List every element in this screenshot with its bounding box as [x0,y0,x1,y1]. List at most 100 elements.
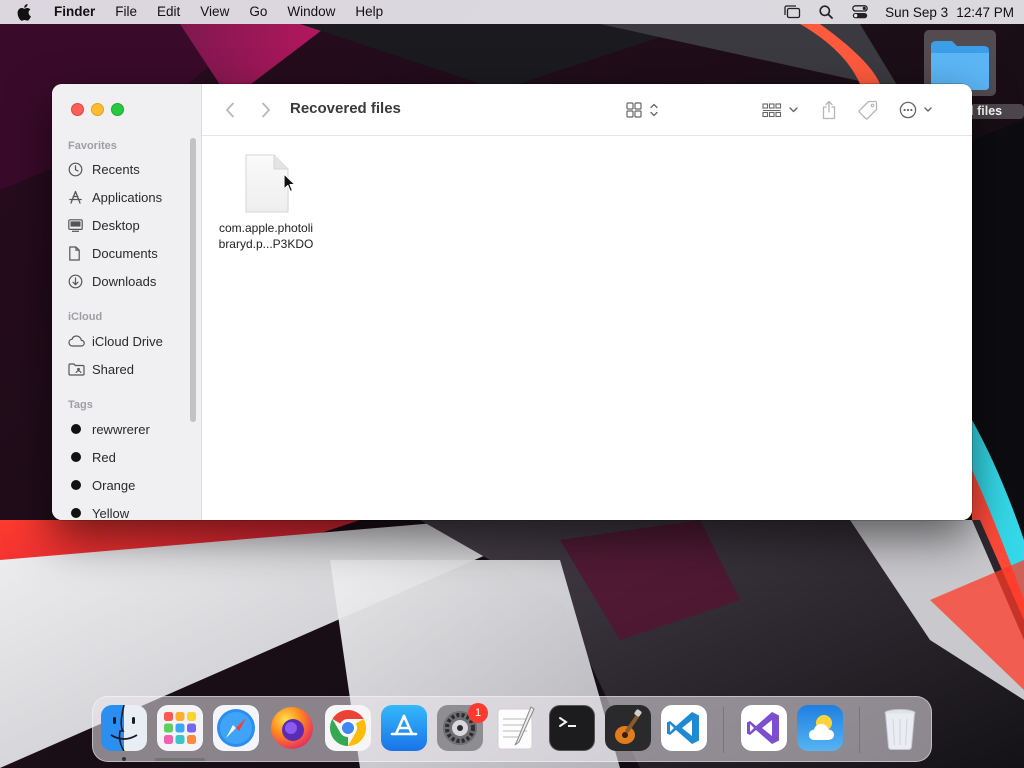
finder-window: Favorites Recents Applications Desktop D… [52,84,972,520]
sidebar-item-shared[interactable]: Shared [68,358,193,380]
control-center-icon[interactable] [843,0,877,24]
dock-chrome[interactable] [325,705,371,751]
terminal-icon [559,717,576,727]
stage-manager-icon[interactable] [775,0,809,24]
sidebar-header-icloud: iCloud [68,311,103,323]
window-close-button[interactable] [71,103,84,116]
sidebar-item-recents[interactable]: Recents [68,158,193,180]
visual-studio-icon [747,712,779,744]
dock-textedit[interactable] [493,705,539,751]
menu-bar-clock[interactable]: Sun Sep 3 12:47 PM [877,5,1014,20]
sidebar-item-desktop[interactable]: Desktop [68,214,193,236]
sidebar-item-label: Desktop [92,217,140,233]
menu-window[interactable]: Window [277,0,345,24]
desktop-icon [68,218,92,232]
applications-icon [68,190,92,205]
sidebar-item-label: Red [92,449,116,465]
finder-sidebar: Favorites Recents Applications Desktop D… [52,84,202,520]
shared-folder-icon [68,362,92,376]
sidebar-item-label: iCloud Drive [92,333,163,349]
share-icon [822,100,836,120]
file-name-line-2: braryd.p...P3KDO [218,237,314,251]
sidebar-item-label: Yellow [92,505,130,521]
running-indicator [122,757,126,761]
dock-firefox[interactable] [269,705,315,751]
sidebar-item-documents[interactable]: Documents [68,242,193,264]
document-icon [68,245,92,261]
sidebar-tag-yellow[interactable]: Yellow [68,502,193,520]
finder-icon [101,705,147,751]
forward-button[interactable] [256,98,276,122]
window-zoom-button[interactable] [111,103,124,116]
spotlight-search-icon[interactable] [809,0,843,24]
menu-help[interactable]: Help [345,0,393,24]
window-minimize-button[interactable] [91,103,104,116]
finder-toolbar: Recovered files [202,84,972,136]
menu-edit[interactable]: Edit [147,0,190,24]
file-name: com.apple.photoli braryd.p...P3KDO [214,220,318,252]
tag-dot-icon [71,508,81,518]
vscode-icon [667,712,699,744]
clock-icon [68,162,92,177]
firefox-icon [271,707,313,749]
trash-icon [884,709,916,750]
menu-app-name[interactable]: Finder [50,0,105,24]
chevron-left-icon [226,102,234,118]
dock-separator [723,707,724,753]
menu-file[interactable]: File [105,0,147,24]
dock-trash[interactable] [877,705,923,751]
icon-grid-view-icon [626,102,658,118]
sidebar-item-applications[interactable]: Applications [68,186,193,208]
sidebar-header-favorites: Favorites [68,140,117,152]
ellipsis-circle-icon [899,101,932,119]
finder-content-area[interactable]: com.apple.photoli braryd.p...P3KDO [202,136,972,520]
sidebar-scrollbar[interactable] [190,138,196,422]
sidebar-tag-orange[interactable]: Orange [68,474,193,496]
launchpad-icon [164,712,196,744]
garageband-icon [615,709,642,744]
view-mode-button[interactable] [622,98,666,122]
dock: 1 [92,696,932,762]
dock-separator [859,707,860,753]
dock-launchpad[interactable] [157,705,203,751]
sidebar-item-label: Applications [92,189,163,205]
menu-view[interactable]: View [190,0,239,24]
dock-garageband[interactable] [605,705,651,751]
weather-icon [809,715,834,740]
back-button[interactable] [220,98,240,122]
chrome-icon [329,710,367,746]
tag-icon [858,100,878,120]
notification-badge: 1 [468,703,488,723]
tag-dot-icon [71,424,81,434]
apple-menu-icon[interactable] [0,3,50,21]
clock-date: Sun Sep 3 [885,4,949,20]
tag-dot-icon [71,452,81,462]
dock-safari[interactable] [213,705,259,751]
dock-visual-studio[interactable] [741,705,787,751]
download-icon [68,274,92,289]
file-name-line-1: com.apple.photoli [218,221,314,235]
sidebar-item-downloads[interactable]: Downloads [68,270,193,292]
dock-weather[interactable] [797,705,843,751]
sidebar-item-label: Recents [92,161,140,177]
sidebar-tag-red[interactable]: Red [68,446,193,468]
dock-finder[interactable] [101,705,147,751]
launchpad-underline [155,758,205,761]
sidebar-tag-rewwrerer[interactable]: rewwrerer [68,418,193,440]
tags-button[interactable] [856,98,880,122]
safari-icon [217,709,255,747]
sidebar-item-label: rewwrerer [92,421,150,437]
dock-terminal[interactable] [549,705,595,751]
sidebar-item-icloud-drive[interactable]: iCloud Drive [68,330,193,352]
dock-app-store[interactable] [381,705,427,751]
share-button[interactable] [818,98,840,122]
sidebar-header-tags: Tags [68,399,93,411]
chevron-right-icon [262,102,270,118]
clock-time: 12:47 PM [956,4,1014,20]
tag-dot-icon [71,480,81,490]
more-actions-button[interactable] [898,98,938,122]
menu-go[interactable]: Go [239,0,277,24]
group-icon [762,103,798,118]
dock-vscode[interactable] [661,705,707,751]
group-by-button[interactable] [760,98,802,122]
